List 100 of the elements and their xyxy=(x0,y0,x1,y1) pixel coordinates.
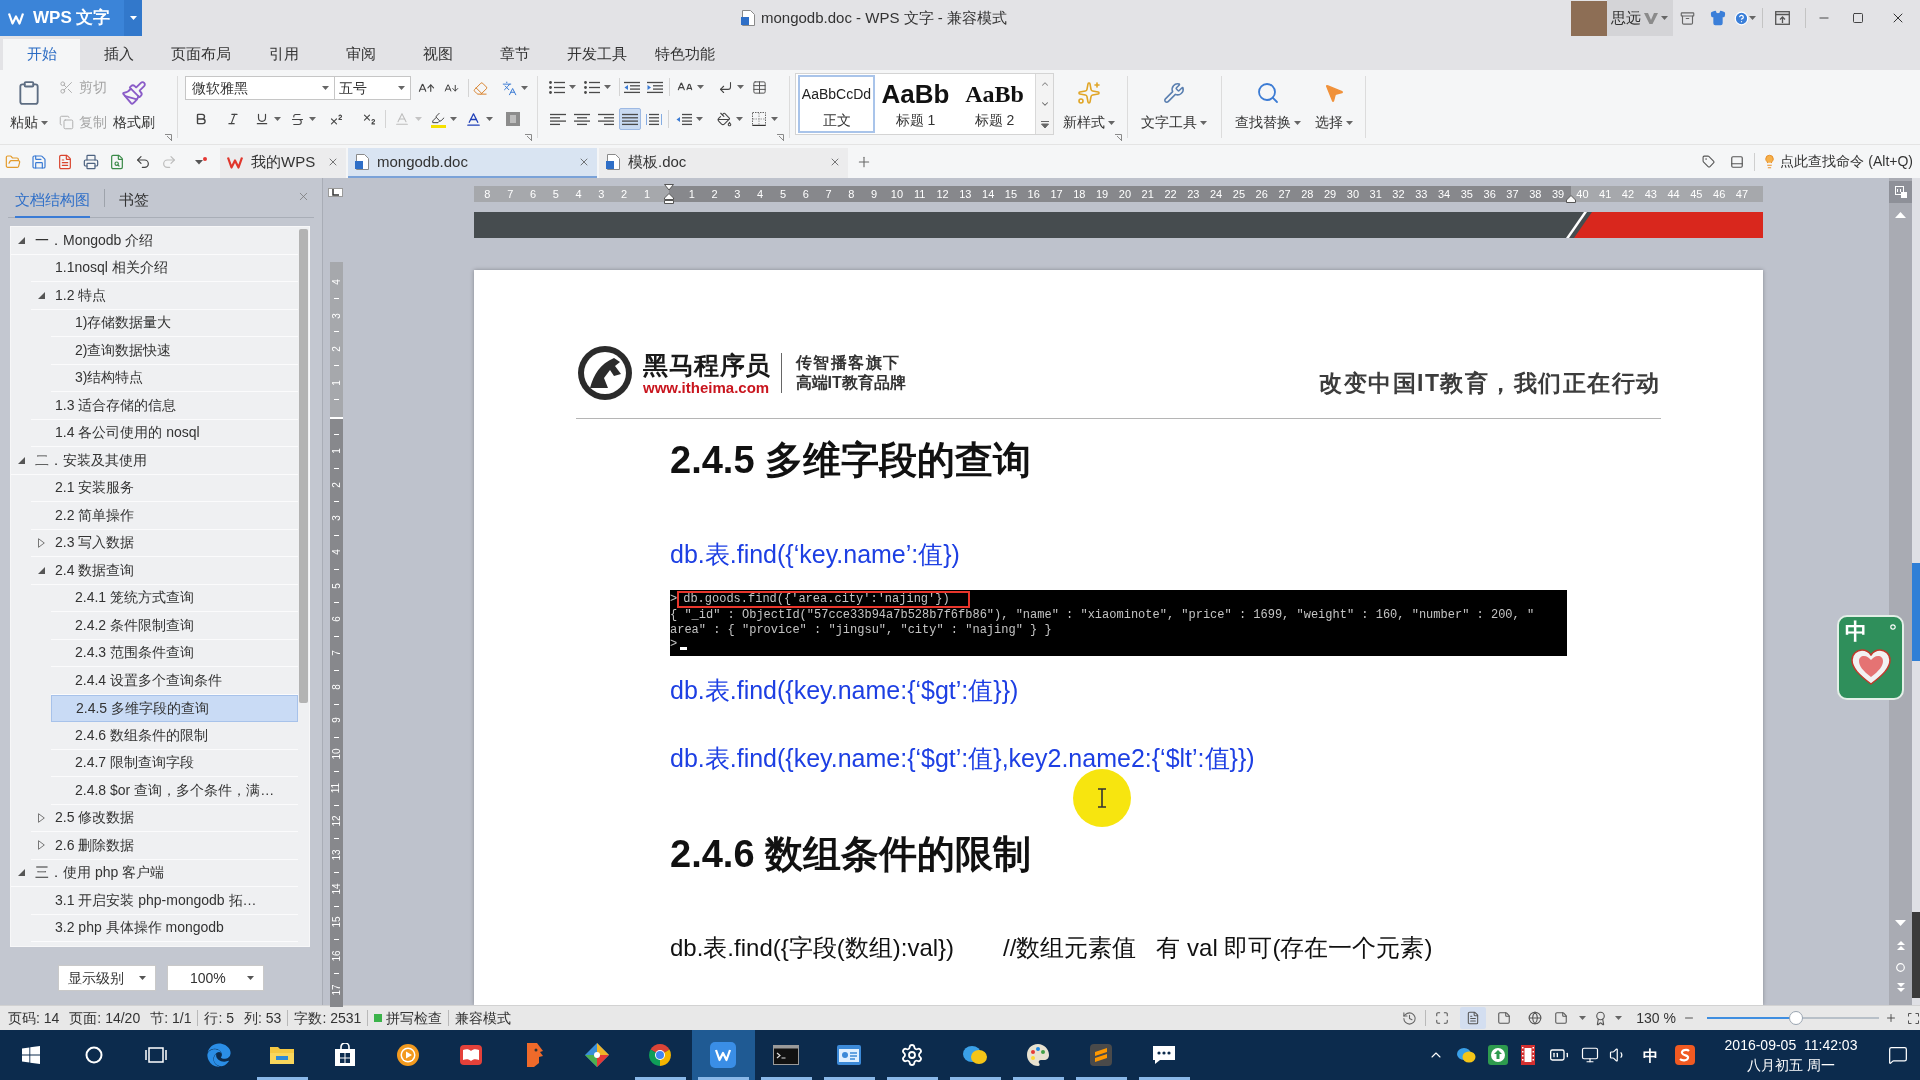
corner-arrow-icon[interactable] xyxy=(165,134,172,141)
font-size-dropdown[interactable]: 五号 xyxy=(335,76,411,100)
zoom-dropdown[interactable]: 100% xyxy=(167,965,264,991)
sparkles-icon xyxy=(1076,81,1101,105)
document-tab[interactable]: mongodb.doc xyxy=(348,148,597,178)
command-search-button[interactable]: 点此查找命令 (Alt+Q) xyxy=(1762,151,1913,172)
document-tab[interactable]: 我的WPS xyxy=(220,148,346,178)
menu-tab[interactable]: 开发工具 xyxy=(553,39,641,70)
outline-item[interactable]: 2.6 删除数据 xyxy=(31,832,298,860)
outline-item[interactable]: 一．Mongodb 介绍 xyxy=(11,227,298,255)
ribbon-tool-button[interactable]: 查找替换 xyxy=(1233,70,1302,133)
swirl-logo-icon[interactable] xyxy=(1675,1045,1695,1065)
style-item[interactable]: AaBb 标题 2 xyxy=(956,75,1033,133)
e-logo-icon xyxy=(207,1043,231,1067)
collapsed-triangle-icon[interactable] xyxy=(38,840,45,851)
account-menu[interactable]: 思远 xyxy=(1607,0,1673,36)
ruler-number: 1 xyxy=(331,380,342,386)
expanded-triangle-icon[interactable] xyxy=(18,456,25,464)
menu-tab[interactable]: 页面布局 xyxy=(157,39,245,70)
outline-item[interactable]: 1)存储数据量大 xyxy=(51,309,298,337)
menu-tab[interactable]: 插入 xyxy=(80,39,157,70)
outline-item[interactable]: 三．使用 php 客户端 xyxy=(11,859,298,887)
clock[interactable]: 2016-09-05 11:42:03 八月初五 周一 xyxy=(1713,1035,1869,1075)
outline-item[interactable]: 2.2 简单操作 xyxy=(31,502,298,530)
ribbon-tool-button[interactable]: 新样式 xyxy=(1060,70,1117,133)
upload-icon[interactable] xyxy=(1488,1045,1508,1065)
document-tab[interactable]: 模板.doc xyxy=(599,148,848,178)
expanded-triangle-icon[interactable] xyxy=(38,566,45,574)
outline-item[interactable]: 2.4.1 笼统方式查询 xyxy=(51,584,298,612)
network-icon[interactable] xyxy=(1581,1046,1599,1064)
zoom-slider-thumb[interactable] xyxy=(1789,1011,1804,1025)
outline-item[interactable]: 2.4.4 设置多个查询条件 xyxy=(51,667,298,695)
outline-item[interactable]: 2.4.5 多维字段的查询 xyxy=(51,694,298,722)
outline-item[interactable]: 二．安装及其使用 xyxy=(11,447,298,475)
outline-item[interactable]: 2.3 写入数据 xyxy=(31,529,298,557)
expanded-triangle-icon[interactable] xyxy=(18,869,25,877)
font-family-dropdown[interactable]: 微软雅黑 xyxy=(185,76,335,100)
up-triangle-icon xyxy=(1895,212,1906,218)
outline-item[interactable]: 2)查询数据快速 xyxy=(51,337,298,365)
outline-item[interactable]: 2.1 安装服务 xyxy=(31,474,298,502)
ruler-number: 8 xyxy=(331,683,342,690)
expanded-triangle-icon[interactable] xyxy=(18,236,25,244)
style-item[interactable]: AaBb 标题 1 xyxy=(877,75,954,133)
paste-button[interactable]: 粘贴 xyxy=(6,70,52,133)
app-menu-button[interactable]: WPS 文字 xyxy=(0,0,124,36)
ime-widget[interactable]: 中 xyxy=(1837,615,1904,700)
menu-tab[interactable]: 特色功能 xyxy=(641,39,729,70)
corner-arrow-icon[interactable] xyxy=(777,134,784,141)
corner-arrow-icon[interactable] xyxy=(1115,134,1122,141)
input-mode-indicator[interactable]: 中 xyxy=(1643,1047,1658,1063)
outline-item[interactable]: 2.5 修改数据 xyxy=(31,804,298,832)
collapsed-triangle-icon[interactable] xyxy=(38,537,45,548)
outline-item[interactable]: 2.4.7 限制查询字段 xyxy=(51,749,298,777)
outline-item[interactable]: 3)结构特点 xyxy=(51,364,298,392)
outline-item[interactable]: 2.4 数据查询 xyxy=(31,557,298,585)
table-icon xyxy=(751,79,767,95)
caret-icon xyxy=(486,117,493,121)
outline-item[interactable]: 3.2 php 具体操作 mongodb xyxy=(31,914,298,942)
corner-arrow-icon[interactable] xyxy=(525,134,532,141)
film-icon[interactable] xyxy=(1518,1045,1538,1065)
outline-item[interactable]: 2.4.3 范围条件查询 xyxy=(51,639,298,667)
outline-item[interactable]: 3.1 开启安装 php-mongodb 拓… xyxy=(31,887,298,915)
outline-item[interactable]: 2.4.2 条件限制查询 xyxy=(51,612,298,640)
zoom-slider[interactable] xyxy=(1707,1011,1879,1025)
ribbon-tool-button[interactable]: 选择 xyxy=(1314,70,1354,133)
indent-marker-icon[interactable] xyxy=(664,184,674,204)
outline-item[interactable]: 1.4 各公司使用的 nosql xyxy=(31,419,298,447)
level-dropdown[interactable]: 显示级别 xyxy=(58,965,156,991)
expanded-triangle-icon[interactable] xyxy=(38,291,45,299)
outline-item[interactable]: 2.4.8 $or 查询，多个条件，满… xyxy=(51,777,298,805)
outline-item[interactable]: 1.3 适合存储的信息 xyxy=(31,392,298,420)
split-view-button[interactable] xyxy=(1889,181,1912,203)
menu-tab[interactable]: 引用 xyxy=(245,39,322,70)
indent-marker-icon[interactable] xyxy=(1566,195,1576,203)
menu-tab[interactable]: 开始 xyxy=(3,39,80,70)
sidebar-tab[interactable]: 书签 xyxy=(119,186,149,218)
outline-icon xyxy=(1497,1011,1512,1025)
page-view-button[interactable] xyxy=(1460,1007,1487,1029)
close-icon xyxy=(578,156,590,168)
format-painter-button[interactable]: 格式刷 xyxy=(111,70,157,133)
style-item[interactable]: AaBbCcDd 正文 xyxy=(798,75,875,133)
menu-tab[interactable]: 章节 xyxy=(476,39,553,70)
caret-icon xyxy=(771,117,778,121)
spell-check-button[interactable]: 拼写检查 xyxy=(374,1007,443,1029)
bubbles-icon[interactable] xyxy=(1456,1046,1476,1064)
menu-tab[interactable]: 视图 xyxy=(399,39,476,70)
close-icon xyxy=(829,156,841,168)
ruler-number: 25 xyxy=(1232,188,1246,200)
outline-item[interactable]: 2.4.6 数组条件的限制 xyxy=(51,722,298,750)
collapsed-triangle-icon[interactable] xyxy=(38,812,45,823)
code-line: db.表.find({key.name:{‘$gt’:值},key2.name2:{‘$lt’:值}}) xyxy=(670,743,1255,773)
outline-item[interactable]: 1.2 特点 xyxy=(31,282,298,310)
ribbon-tool-button[interactable]: 文字工具 xyxy=(1138,70,1210,133)
tab-stop-button[interactable] xyxy=(328,188,343,197)
menu-tab[interactable]: 审阅 xyxy=(322,39,399,70)
alignment-button[interactable] xyxy=(619,108,641,130)
notification-button[interactable] xyxy=(1888,1045,1908,1065)
scrollbar-thumb[interactable] xyxy=(299,229,308,703)
app-dropdown-button[interactable] xyxy=(124,0,142,36)
outline-item[interactable]: 1.1nosql 相关介绍 xyxy=(31,254,298,282)
